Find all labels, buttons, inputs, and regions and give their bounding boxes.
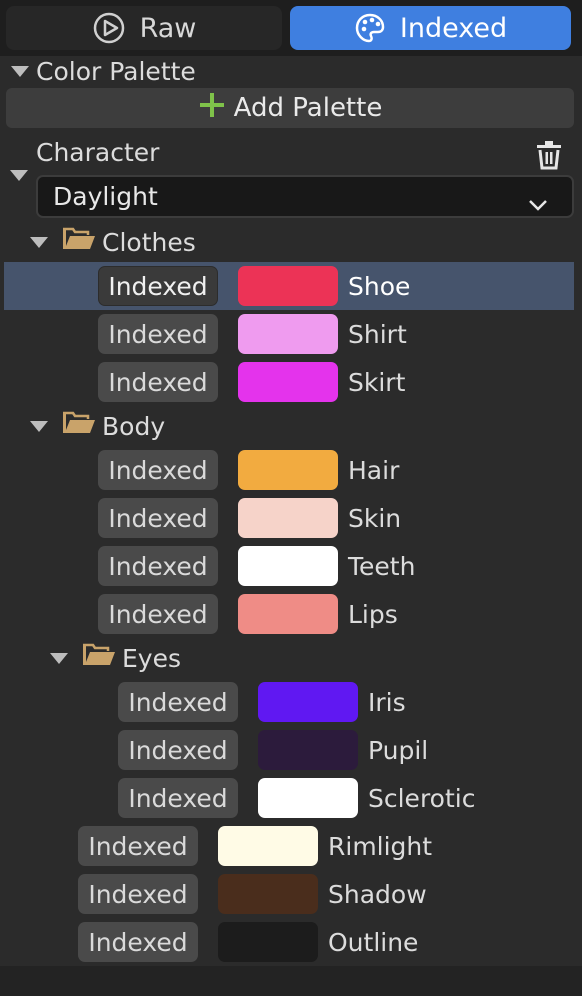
folder-open-icon (62, 227, 96, 257)
color-label: Shirt (348, 319, 407, 349)
indexed-button[interactable]: Indexed (118, 730, 238, 770)
color-swatch[interactable] (218, 826, 318, 866)
collapse-triangle-icon (30, 420, 48, 432)
folder-clothes[interactable]: Clothes (30, 222, 196, 262)
indexed-button[interactable]: Indexed (98, 266, 218, 306)
collapse-triangle-icon (30, 236, 48, 248)
tab-raw-label: Raw (139, 12, 197, 44)
color-label: Iris (368, 687, 406, 717)
color-row-sclerotic[interactable]: Indexed Sclerotic (0, 774, 582, 822)
color-label: Sclerotic (368, 783, 476, 813)
indexed-button[interactable]: Indexed (98, 450, 218, 490)
color-row-pupil[interactable]: Indexed Pupil (0, 726, 582, 774)
color-row-skirt[interactable]: Indexed Skirt (0, 358, 582, 406)
tab-indexed-label: Indexed (399, 12, 508, 44)
color-label: Rimlight (328, 831, 433, 861)
color-row-teeth[interactable]: Indexed Teeth (0, 542, 582, 590)
color-row-iris[interactable]: Indexed Iris (0, 678, 582, 726)
indexed-button[interactable]: Indexed (78, 922, 198, 962)
collapse-triangle-icon (11, 65, 29, 77)
palette-icon (354, 12, 386, 44)
color-swatch[interactable] (238, 594, 338, 634)
folder-eyes[interactable]: Eyes (50, 638, 181, 678)
color-label: Outline (328, 927, 419, 957)
add-palette-button[interactable]: Add Palette (6, 88, 574, 128)
color-label: Teeth (348, 551, 416, 581)
folder-open-icon (62, 411, 96, 441)
color-label: Skirt (348, 367, 406, 397)
indexed-button[interactable]: Indexed (118, 778, 238, 818)
color-swatch[interactable] (218, 874, 318, 914)
color-palette-header[interactable]: Color Palette (0, 56, 582, 86)
color-swatch[interactable] (238, 266, 338, 306)
character-label: Character (36, 138, 160, 167)
color-row-hair[interactable]: Indexed Hair (0, 446, 582, 494)
color-swatch[interactable] (238, 498, 338, 538)
color-swatch[interactable] (258, 778, 358, 818)
color-label: Shadow (328, 879, 427, 909)
color-swatch[interactable] (238, 546, 338, 586)
color-label: Shoe (348, 271, 411, 301)
color-swatch[interactable] (238, 450, 338, 490)
folder-open-icon (82, 643, 116, 673)
color-label: Skin (348, 503, 402, 533)
color-row-shoe[interactable]: Indexed Shoe (4, 262, 574, 310)
color-row-outline[interactable]: Indexed Outline (0, 918, 582, 966)
color-row-rimlight[interactable]: Indexed Rimlight (0, 822, 582, 870)
folder-label: Eyes (122, 643, 181, 673)
indexed-button[interactable]: Indexed (98, 362, 218, 402)
plus-icon (198, 91, 226, 126)
color-row-skin[interactable]: Indexed Skin (0, 494, 582, 542)
color-swatch[interactable] (258, 730, 358, 770)
color-swatch[interactable] (238, 362, 338, 402)
color-row-shadow[interactable]: Indexed Shadow (0, 870, 582, 918)
color-swatch[interactable] (218, 922, 318, 962)
chevron-down-icon (528, 189, 548, 218)
folder-label: Body (102, 411, 166, 441)
color-swatch[interactable] (258, 682, 358, 722)
color-row-lips[interactable]: Indexed Lips (0, 590, 582, 638)
folder-body[interactable]: Body (30, 406, 165, 446)
collapse-triangle-icon (50, 652, 68, 664)
color-row-shirt[interactable]: Indexed Shirt (0, 310, 582, 358)
panel-title: Color Palette (36, 56, 196, 86)
indexed-button[interactable]: Indexed (78, 826, 198, 866)
indexed-button[interactable]: Indexed (98, 314, 218, 354)
character-selected: Daylight (53, 182, 158, 211)
tab-indexed[interactable]: Indexed (290, 6, 571, 50)
collapse-triangle-icon[interactable] (10, 170, 28, 181)
panel-footer (0, 966, 582, 996)
folder-label: Clothes (102, 227, 196, 257)
indexed-button[interactable]: Indexed (98, 546, 218, 586)
color-label: Hair (348, 455, 400, 485)
trash-icon[interactable] (534, 140, 564, 174)
color-swatch[interactable] (238, 314, 338, 354)
indexed-button[interactable]: Indexed (118, 682, 238, 722)
color-label: Lips (348, 599, 398, 629)
indexed-button[interactable]: Indexed (98, 594, 218, 634)
character-dropdown[interactable]: Daylight (36, 175, 574, 218)
add-palette-label: Add Palette (233, 93, 383, 123)
play-circle-icon (92, 11, 126, 45)
color-label: Pupil (368, 735, 429, 765)
indexed-button[interactable]: Indexed (98, 498, 218, 538)
tab-raw[interactable]: Raw (6, 6, 282, 50)
indexed-button[interactable]: Indexed (78, 874, 198, 914)
